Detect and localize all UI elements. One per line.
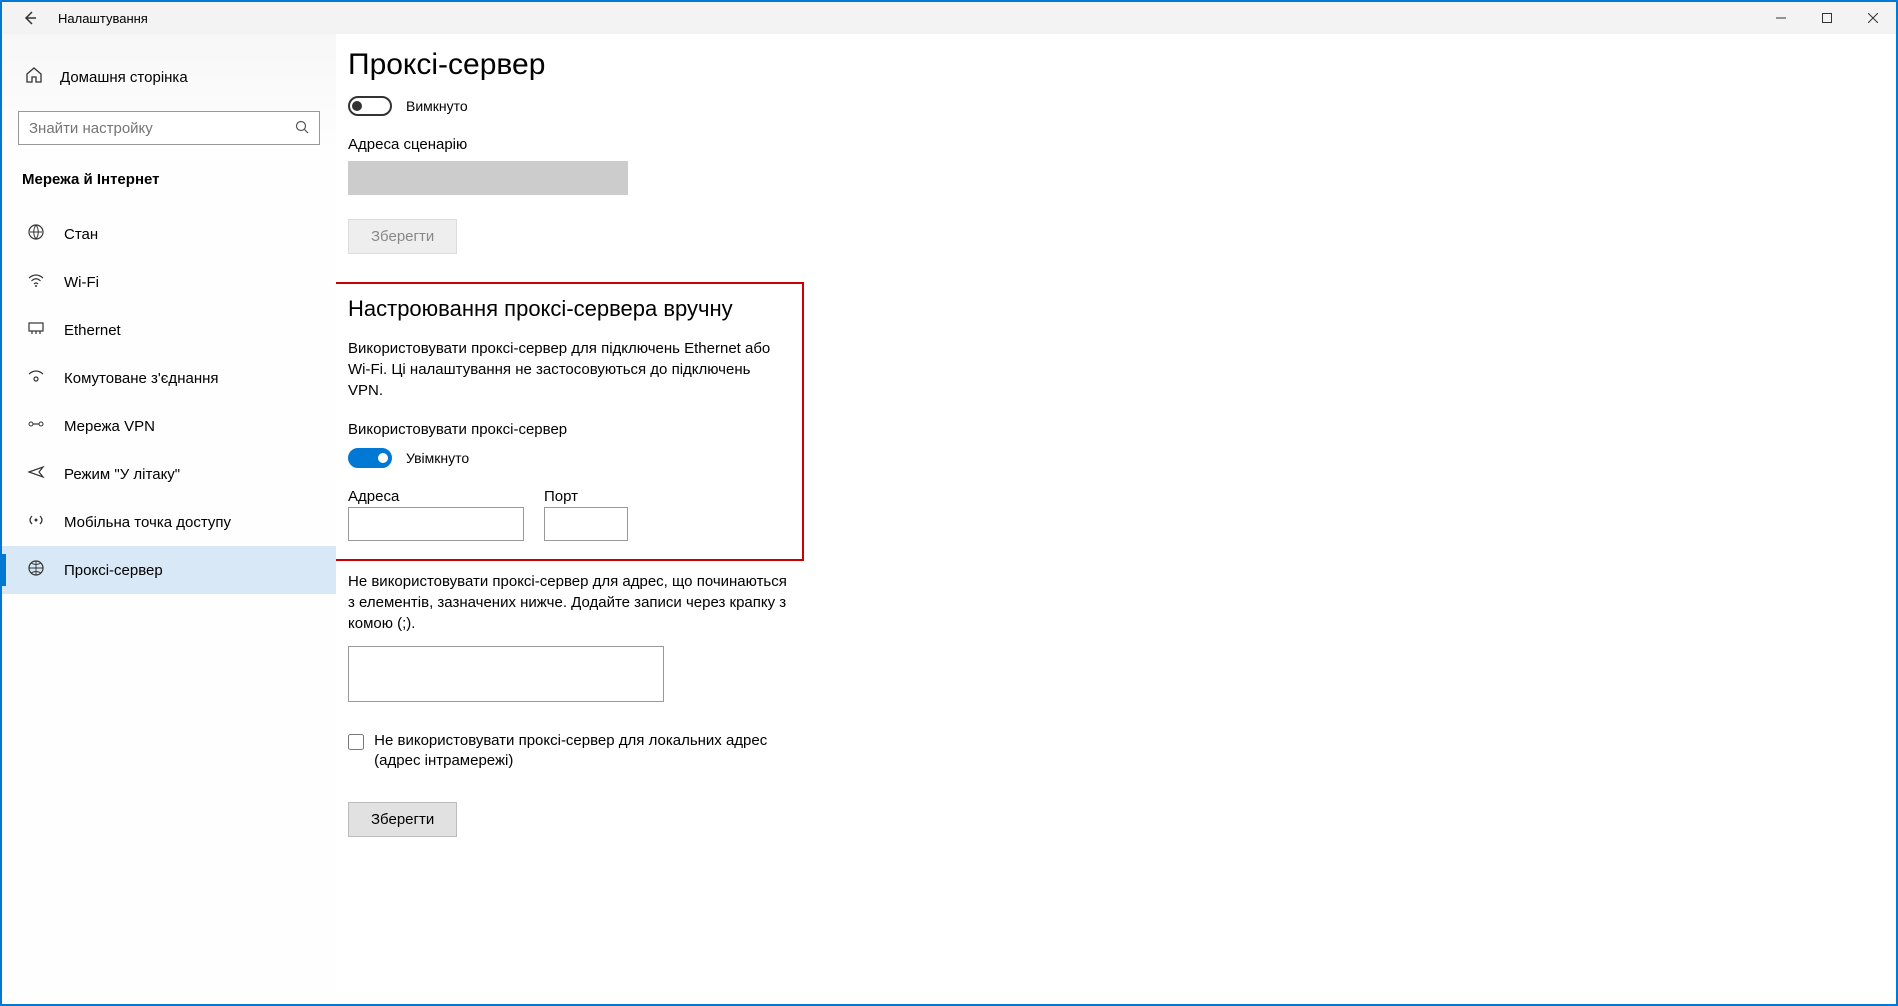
sidebar-item-hotspot[interactable]: Мобільна точка доступу [2,498,336,546]
sidebar-item-label: Ethernet [64,322,121,339]
sidebar-item-status[interactable]: Стан [2,210,336,258]
exceptions-description: Не використовувати проксі-сервер для адр… [348,571,788,634]
page-title: Проксі-сервер [348,48,1896,82]
maximize-button[interactable] [1804,2,1850,34]
back-button[interactable] [10,2,50,34]
airplane-icon [26,463,46,486]
vpn-icon [26,415,46,438]
sidebar-item-ethernet[interactable]: Ethernet [2,306,336,354]
back-arrow-icon [22,10,38,26]
use-proxy-toggle[interactable] [348,448,392,468]
home-icon [24,66,44,89]
auto-detect-toggle[interactable] [348,96,392,116]
auto-detect-toggle-label: Вимкнуто [406,98,468,114]
sidebar-item-label: Комутоване з'єднання [64,370,219,387]
window-controls [1758,2,1896,34]
bypass-local-checkbox[interactable] [348,732,364,752]
minimize-button[interactable] [1758,2,1804,34]
sidebar: Домашня сторінка Мережа й Інтернет Стан … [2,34,336,1004]
home-link[interactable]: Домашня сторінка [18,56,320,111]
sidebar-item-label: Режим "У літаку" [64,466,180,483]
status-icon [26,223,46,246]
sidebar-item-airplane[interactable]: Режим "У літаку" [2,450,336,498]
search-input[interactable] [29,120,295,137]
bypass-local-label: Не використовувати проксі-сервер для лок… [374,731,808,772]
proxy-icon [26,559,46,582]
ethernet-icon [26,319,46,342]
manual-proxy-description: Використовувати проксі-сервер для підклю… [348,338,788,401]
category-label: Мережа й Інтернет [18,171,320,188]
sidebar-item-label: Проксі-сервер [64,562,163,579]
window-title: Налаштування [58,11,148,26]
script-address-label: Адреса сценарію [348,136,1896,153]
search-icon [295,120,309,137]
sidebar-item-dialup[interactable]: Комутоване з'єднання [2,354,336,402]
content-area: Проксі-сервер Вимкнуто Адреса сценарію З… [336,34,1896,1004]
search-box[interactable] [18,111,320,145]
exceptions-textarea[interactable] [348,646,664,702]
address-input[interactable] [348,507,524,541]
titlebar: Налаштування [2,2,1896,34]
save-script-button: Зберегти [348,219,457,254]
save-manual-button[interactable]: Зберегти [348,802,457,837]
sidebar-item-label: Стан [64,226,98,243]
use-proxy-toggle-row: Увімкнуто [348,448,788,468]
manual-proxy-heading: Настроювання проксі-сервера вручну [348,296,788,322]
sidebar-item-label: Мобільна точка доступу [64,514,231,531]
maximize-icon [1822,13,1832,23]
auto-detect-toggle-row: Вимкнуто [348,96,1896,116]
sidebar-item-label: Wi-Fi [64,274,99,291]
use-proxy-label: Використовувати проксі-сервер [348,421,788,438]
sidebar-item-proxy[interactable]: Проксі-сервер [2,546,336,594]
port-label: Порт [544,488,628,505]
use-proxy-toggle-label: Увімкнуто [406,450,469,466]
sidebar-item-wifi[interactable]: Wi-Fi [2,258,336,306]
dialup-icon [26,367,46,390]
close-button[interactable] [1850,2,1896,34]
wifi-icon [26,271,46,294]
hotspot-icon [26,511,46,534]
home-label: Домашня сторінка [60,69,188,86]
address-label: Адреса [348,488,524,505]
close-icon [1868,13,1878,23]
sidebar-item-vpn[interactable]: Мережа VPN [2,402,336,450]
manual-proxy-highlight: Настроювання проксі-сервера вручну Викор… [336,282,804,561]
minimize-icon [1776,13,1786,23]
script-address-input [348,161,628,195]
port-input[interactable] [544,507,628,541]
sidebar-item-label: Мережа VPN [64,418,155,435]
